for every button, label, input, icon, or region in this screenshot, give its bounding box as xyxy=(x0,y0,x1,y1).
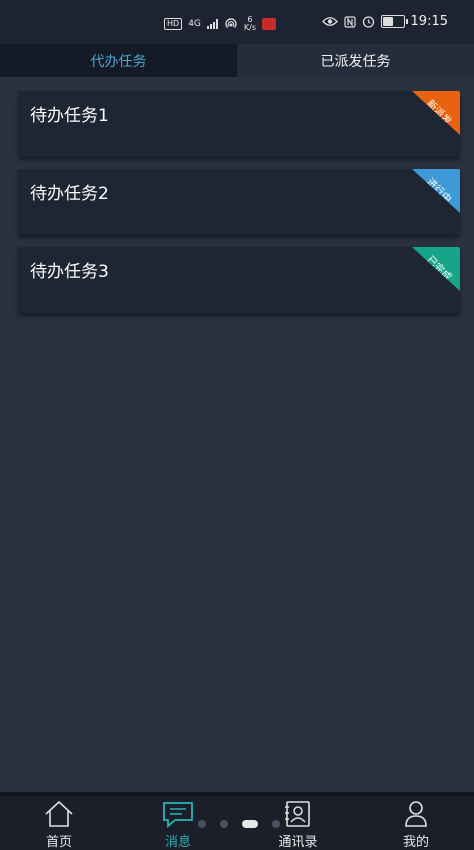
status-left-icons: HD 4G 6 K/s xyxy=(164,16,276,32)
nav-item-profile[interactable]: 我的 xyxy=(376,800,456,850)
tab-label: 已派发任务 xyxy=(320,53,391,70)
battery-icon xyxy=(380,15,408,28)
contacts-icon xyxy=(285,801,310,827)
signal-icon xyxy=(206,19,218,29)
status-badge: 已完成 xyxy=(424,254,454,284)
nav-item-home[interactable]: 首页 xyxy=(19,800,99,850)
task-tabs: 代办任务 已派发任务 xyxy=(0,44,474,77)
task-card[interactable]: 待办任务2 进行中 xyxy=(18,169,460,235)
task-card[interactable]: 待办任务1 新派发 xyxy=(18,91,460,157)
task-title: 待办任务2 xyxy=(30,184,109,204)
hotspot-icon xyxy=(225,18,237,28)
status-ribbon: 新派发 xyxy=(412,91,460,135)
task-title: 待办任务1 xyxy=(30,106,109,126)
eye-icon xyxy=(321,17,338,26)
task-card[interactable]: 待办任务3 已完成 xyxy=(18,247,460,313)
status-ribbon: 进行中 xyxy=(412,169,460,213)
message-icon xyxy=(163,802,193,828)
page-dot xyxy=(220,820,228,828)
status-bar: HD 4G 6 K/s 19:15 xyxy=(0,0,474,44)
tab-pending-tasks[interactable]: 代办任务 xyxy=(0,44,237,77)
task-list: 待办任务1 新派发 待办任务2 进行中 待办任务3 已完成 xyxy=(18,91,460,325)
nav-label: 消息 xyxy=(164,835,191,850)
user-icon xyxy=(405,801,427,827)
nav-label: 首页 xyxy=(45,835,72,850)
hd-badge: HD xyxy=(164,18,183,30)
app-notification-icon xyxy=(262,18,276,30)
status-time: 19:15 xyxy=(410,14,448,29)
status-badge: 进行中 xyxy=(424,176,454,206)
page-dot xyxy=(198,820,206,828)
page-indicator xyxy=(198,820,280,828)
page-dot xyxy=(272,820,280,828)
status-badge: 新派发 xyxy=(424,98,454,128)
home-icon xyxy=(45,800,73,827)
nav-divider xyxy=(0,792,474,796)
nav-label: 通讯录 xyxy=(278,835,318,850)
tab-label: 代办任务 xyxy=(90,53,147,70)
network-type: 4G xyxy=(188,19,201,29)
page-dot xyxy=(242,820,258,828)
tab-dispatched-tasks[interactable]: 已派发任务 xyxy=(237,44,474,77)
status-right-icons: 19:15 xyxy=(321,14,448,29)
alarm-icon xyxy=(362,16,374,28)
battery-level xyxy=(382,17,394,26)
status-ribbon: 已完成 xyxy=(412,247,460,291)
network-speed: 6 K/s xyxy=(243,15,256,32)
nfc-icon xyxy=(343,15,356,28)
task-title: 待办任务3 xyxy=(30,262,109,282)
nav-label: 我的 xyxy=(402,835,429,850)
